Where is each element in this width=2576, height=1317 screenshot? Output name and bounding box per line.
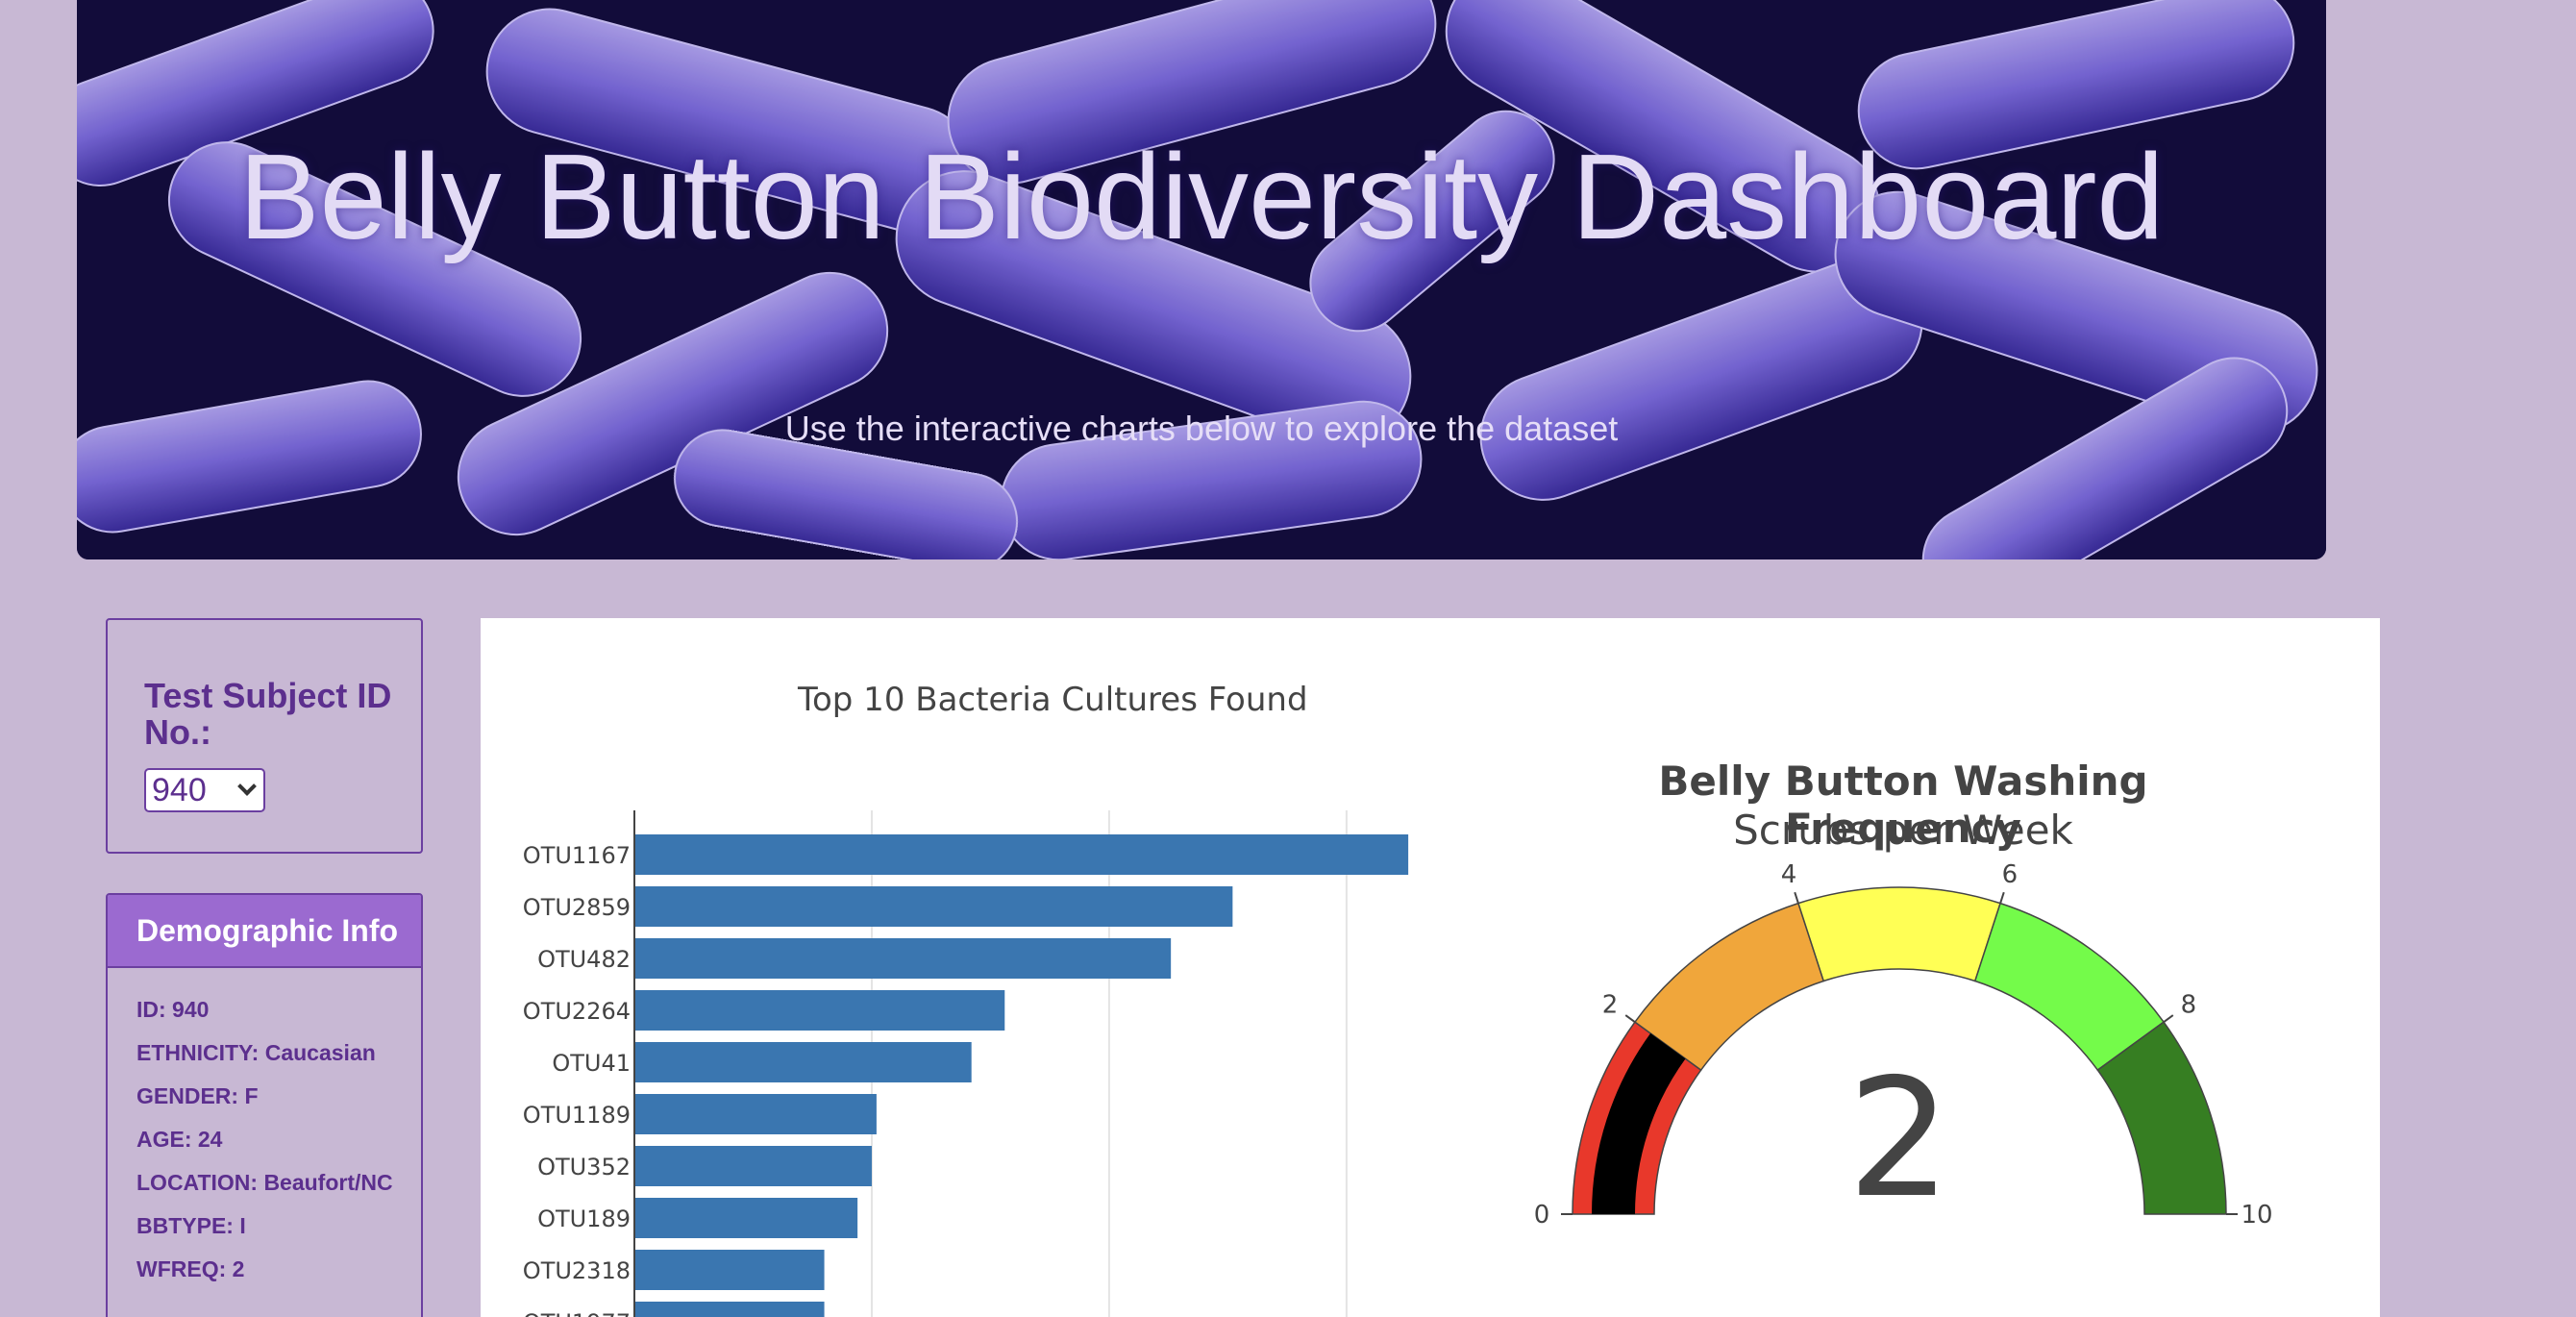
subject-id-selected-value: 940 — [152, 771, 207, 808]
chevron-down-icon — [237, 777, 257, 796]
demographic-info-panel: Demographic Info ID: 940 ETHNICITY: Cauc… — [106, 893, 423, 1317]
demographic-info-heading: Demographic Info — [108, 895, 421, 968]
subject-id-dropdown[interactable]: 940 — [144, 768, 265, 812]
demographic-info-list: ID: 940 ETHNICITY: Caucasian GENDER: F A… — [108, 968, 421, 1281]
demographic-item: ID: 940 — [136, 997, 210, 1022]
charts-card: Top 10 Bacteria Cultures Found OTU1167 OT… — [481, 618, 2380, 1317]
gauge-step-band — [1796, 886, 2002, 982]
gauge-tick — [1999, 891, 2005, 904]
gauge-value-number: 2 — [1847, 1044, 1951, 1234]
gauge-tick — [1794, 891, 1799, 904]
page-title: Belly Button Biodiversity Dashboard — [238, 129, 2165, 264]
gauge-tick-label: 2 — [1602, 990, 1619, 1019]
gauge-tick — [2163, 1014, 2174, 1023]
gauge-chart[interactable]: 0 2 4 6 8 10 2 — [481, 618, 2380, 1317]
hero-banner: Belly Button Biodiversity Dashboard Use … — [77, 0, 2326, 559]
gauge-tick-label: 8 — [2181, 990, 2197, 1019]
demographic-item: WFREQ: 2 — [136, 1256, 245, 1281]
demographic-item: GENDER: F — [136, 1083, 259, 1108]
demographic-item: BBTYPE: I — [136, 1213, 246, 1238]
demographic-item: LOCATION: Beaufort/NC — [136, 1170, 393, 1195]
gauge-tick-label: 0 — [1534, 1201, 1550, 1230]
bacteria-background-image — [77, 0, 2326, 559]
gauge-tick — [1624, 1014, 1636, 1023]
subject-selector-label: Test Subject ID No.: — [144, 676, 392, 752]
demographic-item: AGE: 24 — [136, 1127, 223, 1152]
gauge-tick-label: 4 — [1781, 860, 1797, 889]
page-subtitle: Use the interactive charts below to expl… — [784, 409, 1619, 448]
gauge-tick-label: 10 — [2241, 1201, 2272, 1230]
demographic-item: ETHNICITY: Caucasian — [136, 1040, 376, 1065]
gauge-tick-label: 6 — [2002, 860, 2019, 889]
subject-selector-panel: Test Subject ID No.: 940 — [106, 618, 423, 854]
